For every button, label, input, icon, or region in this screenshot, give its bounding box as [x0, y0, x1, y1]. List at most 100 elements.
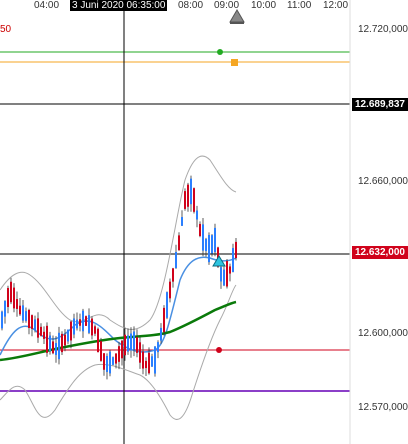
candle-body	[70, 321, 72, 341]
candle-body	[136, 337, 138, 353]
orange-alert-marker[interactable]	[231, 59, 238, 66]
upper-band	[0, 155, 237, 330]
candle-body	[196, 210, 198, 220]
candle-body	[208, 234, 210, 263]
candle-body	[112, 357, 114, 365]
candle-body	[154, 346, 156, 374]
price-label: 12.720,000	[353, 24, 408, 35]
candle-body	[31, 315, 33, 329]
candle-body	[4, 300, 6, 317]
candle-body	[115, 353, 117, 364]
candle-body	[28, 309, 30, 329]
candle-body	[16, 299, 18, 309]
candle-body	[178, 235, 180, 251]
candle-body	[100, 341, 102, 361]
candle-body	[109, 351, 111, 374]
cursor-price-tag: 12.689,837	[351, 98, 408, 111]
candle-body	[187, 184, 189, 207]
green-level-marker[interactable]	[217, 49, 223, 55]
candle-body	[79, 319, 81, 326]
time-label: 08:00	[178, 0, 204, 11]
candle-body	[49, 335, 51, 352]
candle-body	[190, 178, 192, 205]
candle-body	[85, 316, 87, 326]
candle-body	[226, 260, 228, 287]
candle-body	[211, 235, 213, 254]
candle-body	[214, 227, 216, 253]
candle-body	[220, 267, 222, 282]
candle-body	[172, 268, 174, 282]
time-label: 11:00	[287, 0, 312, 11]
candle-body	[13, 287, 15, 309]
candle-body	[88, 315, 90, 333]
bell-icon[interactable]	[229, 9, 245, 24]
candle-body	[37, 318, 39, 338]
time-label: 10:00	[251, 0, 277, 11]
candle-body	[130, 333, 132, 351]
candle-body	[151, 356, 153, 367]
candle-body	[61, 333, 63, 353]
short-moving-average	[0, 256, 237, 356]
candle-body	[205, 238, 207, 252]
candle-body	[181, 217, 183, 226]
candle-body	[169, 281, 171, 299]
time-label: 12:00	[323, 0, 349, 11]
candle-body	[91, 318, 93, 336]
candle-body	[145, 360, 147, 369]
candle-body	[82, 310, 84, 332]
price-label: 12.600,000	[353, 328, 408, 339]
candle-body	[202, 224, 204, 251]
cursor-time-label: 3 Juni 2020 06:35:00	[70, 0, 168, 11]
chart-area[interactable]: 04:00 08:00 09:00 10:00 11:00 12:00 3 Ju…	[0, 0, 408, 444]
candle-body	[1, 311, 3, 329]
candle-body	[127, 335, 129, 352]
candle-body	[94, 326, 96, 334]
candle-body	[157, 342, 159, 353]
candle-body	[139, 342, 141, 363]
price-label: 12.570,000	[353, 402, 408, 413]
candle-body	[163, 307, 165, 333]
candle-body	[76, 319, 78, 329]
candle-body	[193, 188, 195, 212]
candle-body	[229, 266, 231, 274]
candle-body	[19, 305, 21, 315]
time-label: 04:00	[34, 0, 60, 11]
candle-body	[142, 351, 144, 369]
candle-body	[46, 325, 48, 353]
candle-body	[73, 318, 75, 335]
candle-body	[235, 241, 237, 259]
candle-body	[43, 331, 45, 339]
candle-body	[34, 319, 36, 331]
candle-body	[103, 353, 105, 370]
candle-body	[25, 311, 27, 321]
candle-body	[7, 288, 9, 307]
candle-body	[22, 305, 24, 321]
candle-body	[148, 352, 150, 374]
indicator-period-label: 50	[0, 24, 12, 35]
time-label: 09:00	[214, 0, 240, 11]
candle-body	[10, 281, 12, 303]
candle-body	[64, 334, 66, 346]
candle-body	[166, 292, 168, 318]
candle-body	[121, 340, 123, 359]
candle-body	[232, 248, 234, 272]
candle-body	[67, 329, 69, 342]
candle-body	[118, 346, 120, 362]
candle-body	[97, 328, 99, 353]
red-level-marker[interactable]	[216, 347, 222, 353]
candle-body	[124, 334, 126, 356]
candle-body	[52, 341, 54, 354]
candle-body	[199, 223, 201, 237]
candle-body	[184, 191, 186, 209]
candle-body	[160, 327, 162, 341]
candle-body	[40, 326, 42, 336]
last-price-tag: 12.632,000	[351, 246, 408, 259]
candlestick-series[interactable]	[1, 175, 237, 380]
candle-body	[175, 251, 177, 269]
candle-body	[55, 343, 57, 355]
candle-body	[58, 332, 60, 360]
price-chart[interactable]	[0, 0, 408, 444]
candle-body	[133, 331, 135, 350]
candle-body	[223, 269, 225, 286]
candle-body	[106, 356, 108, 372]
